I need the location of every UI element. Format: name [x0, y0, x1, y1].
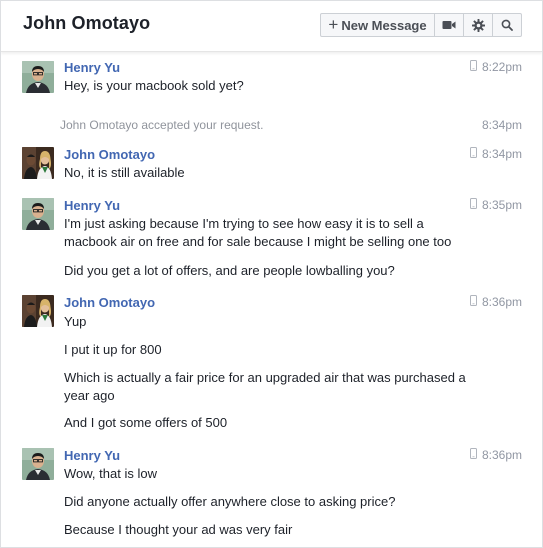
- sender-name[interactable]: John Omotayo: [64, 295, 155, 310]
- avatar[interactable]: [22, 61, 54, 93]
- avatar[interactable]: [22, 295, 54, 327]
- time-label: 8:34pm: [481, 147, 522, 161]
- new-message-button[interactable]: + New Message: [320, 13, 435, 37]
- message-text: Hey, is your macbook sold yet?: [64, 78, 244, 93]
- system-timestamp: 8:34pm: [481, 118, 522, 132]
- time-label: 8:35pm: [481, 198, 522, 212]
- message-list: Henry Yu 8:22pm Hey, is your macbook sol…: [1, 52, 542, 547]
- mobile-phone-icon: [469, 448, 477, 462]
- message-timestamp: 8:22pm: [469, 60, 522, 74]
- message-thread-window: John Omotayo + New Message Henry Yu 8:22…: [0, 0, 543, 548]
- time-label: 8:36pm: [481, 448, 522, 462]
- sender-name[interactable]: Henry Yu: [64, 448, 120, 463]
- message-text: Wow, that is low: [64, 466, 157, 481]
- mobile-phone-icon: [469, 60, 477, 74]
- message-timestamp: 8:36pm: [469, 295, 522, 309]
- gear-icon: [471, 18, 485, 32]
- message-timestamp: 8:34pm: [469, 147, 522, 161]
- message-text: Did anyone actually offer anywhere close…: [64, 494, 396, 509]
- plus-icon: +: [328, 14, 339, 34]
- message-text: I put it up for 800: [64, 342, 162, 357]
- time-label: 8:36pm: [481, 295, 522, 309]
- request-accepted-text: John Omotayo accepted your request.: [60, 118, 264, 132]
- mobile-phone-icon: [469, 198, 477, 212]
- message-text: Because I thought your ad was very fair: [64, 522, 293, 537]
- message-timestamp: 8:36pm: [469, 448, 522, 462]
- message-text: I'm just asking because I'm trying to se…: [64, 216, 452, 249]
- thread-header: John Omotayo + New Message: [1, 1, 542, 52]
- message-text: No, it is still available: [64, 165, 185, 180]
- avatar[interactable]: [22, 198, 54, 230]
- thread-toolbar: + New Message: [320, 13, 522, 37]
- mobile-phone-icon: [469, 147, 477, 161]
- message-text: Yup: [64, 314, 87, 329]
- thread-title: John Omotayo: [23, 13, 151, 33]
- message-timestamp: 8:35pm: [469, 198, 522, 212]
- search-button[interactable]: [492, 13, 522, 37]
- message-text: And I got some offers of 500: [64, 415, 228, 430]
- sender-name[interactable]: Henry Yu: [64, 60, 120, 75]
- video-icon: [442, 20, 456, 30]
- avatar[interactable]: [22, 448, 54, 480]
- time-label: 8:22pm: [481, 60, 522, 74]
- search-icon: [501, 19, 513, 31]
- settings-button[interactable]: [463, 13, 493, 37]
- message-text: Did you get a lot of offers, and are peo…: [64, 263, 395, 278]
- video-call-button[interactable]: [434, 13, 464, 37]
- new-message-label: New Message: [341, 17, 427, 33]
- avatar[interactable]: [22, 147, 54, 179]
- message-text: Which is actually a fair price for an up…: [64, 370, 466, 403]
- sender-name[interactable]: Henry Yu: [64, 198, 120, 213]
- sender-name[interactable]: John Omotayo: [64, 147, 155, 162]
- mobile-phone-icon: [469, 295, 477, 309]
